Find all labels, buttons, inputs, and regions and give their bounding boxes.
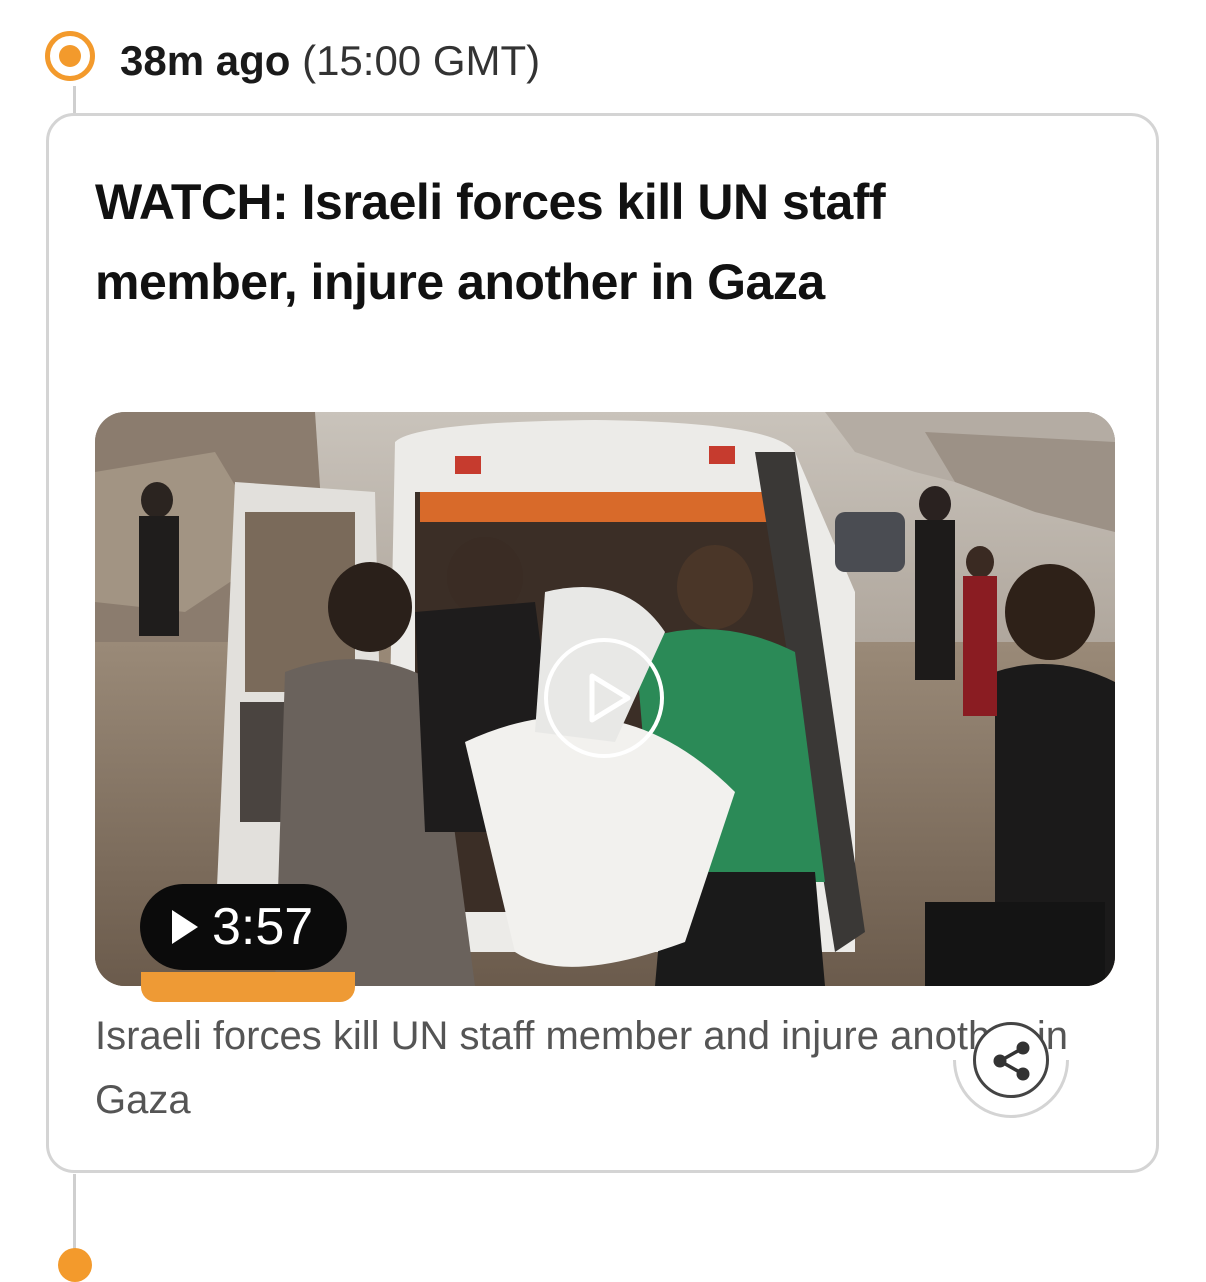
video-progress-tab bbox=[141, 972, 355, 1002]
share-icon bbox=[993, 1041, 1030, 1081]
next-entry-indicator-icon bbox=[58, 1248, 92, 1282]
live-entry-card: WATCH: Israeli forces kill UN staff memb… bbox=[46, 113, 1159, 1173]
timeline-line bbox=[73, 86, 76, 116]
play-small-icon bbox=[172, 910, 198, 944]
entry-timestamp: 38m ago (15:00 GMT) bbox=[120, 36, 540, 86]
live-indicator-icon bbox=[45, 31, 95, 81]
video-caption: Israeli forces kill UN staff member and … bbox=[95, 1014, 1069, 1122]
video-duration-button[interactable]: 3:57 bbox=[140, 884, 348, 970]
timeline-line bbox=[73, 1174, 76, 1254]
share-button[interactable] bbox=[973, 1022, 1049, 1098]
play-button[interactable] bbox=[544, 638, 664, 758]
video-player[interactable]: 3:57 bbox=[95, 412, 1115, 986]
play-icon bbox=[589, 673, 631, 723]
entry-headline: WATCH: Israeli forces kill UN staff memb… bbox=[95, 174, 886, 310]
video-duration: 3:57 bbox=[212, 898, 314, 956]
absolute-time: (15:00 GMT) bbox=[302, 37, 541, 84]
relative-time: 38m ago bbox=[120, 37, 291, 84]
